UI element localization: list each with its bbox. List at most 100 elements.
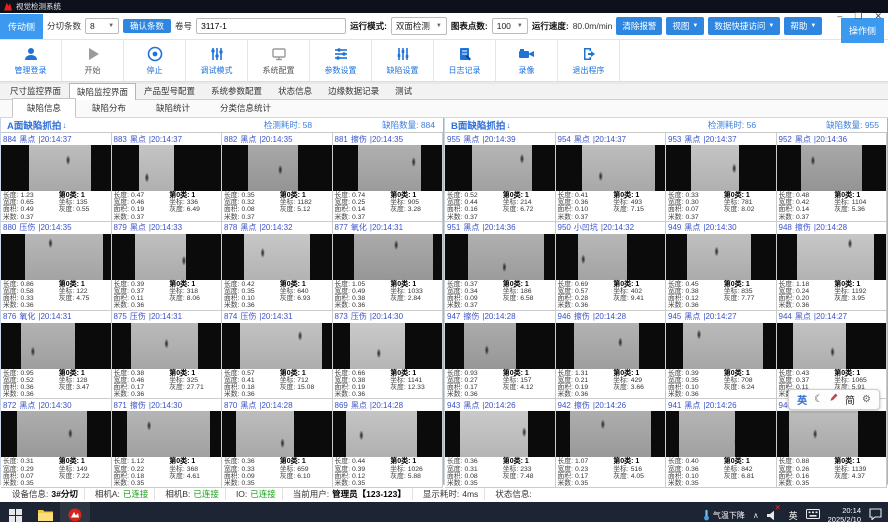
defect-cell[interactable]: 943黑点|20:14:26长度:0.36宽度:0.31面积:0.08米数:0.… xyxy=(445,399,556,488)
defect-cell[interactable]: 946擦伤|20:14:28长度:1.31宽度:0.21面积:0.19米数:0.… xyxy=(556,311,667,400)
subtab-class-info-statistics[interactable]: 分类信息统计 xyxy=(206,99,285,117)
ime-language-indicator[interactable]: 英 xyxy=(789,509,798,522)
clear-alarm-button[interactable]: 清除报警 xyxy=(616,17,662,35)
tab-edge-data-record[interactable]: 边缘数据记录 xyxy=(320,82,387,99)
taskbar-clock[interactable]: 20:14 2025/2/10 xyxy=(828,506,861,522)
defect-coord-value: 325 xyxy=(187,377,198,384)
ime-english-toggle[interactable]: 英 xyxy=(797,392,807,407)
defect-type: 黑点 xyxy=(130,134,146,145)
defect-cell[interactable]: 945黑点|20:14:27长度:0.39宽度:0.35面积:0.10米数:0.… xyxy=(666,311,777,400)
defect-cell[interactable]: 951黑点|20:14:36长度:0.37宽度:0.34面积:0.09米数:0.… xyxy=(445,222,556,311)
tab-size-monitor[interactable]: 尺寸监控界面 xyxy=(2,82,69,99)
subtab-defect-info[interactable]: 缺陷信息 xyxy=(12,98,76,118)
defect-cell[interactable]: 944黑点|20:14:27长度:0.43宽度:0.37面积:0.11米数:0.… xyxy=(777,311,888,400)
defect-meters-label: 米数: xyxy=(558,391,573,398)
defect-cell[interactable]: 940擦伤|20:14:26长度:0.88宽度:0.26面积:0.16米数:0.… xyxy=(777,399,888,488)
defect-cell[interactable]: 871擦伤|20:14:30长度:1.12宽度:0.22面积:0.18米数:0.… xyxy=(112,399,223,488)
volume-muted-icon[interactable]: ✕ xyxy=(767,510,781,521)
defect-gray: 灰度:6.72 xyxy=(503,206,553,213)
defect-cell[interactable]: 884黑点|20:14:37长度:1.23宽度:0.65面积:0.49米数:0.… xyxy=(1,133,112,222)
defect-cell[interactable]: 869黑点|20:14:28长度:0.44宽度:0.39面积:0.12米数:0.… xyxy=(333,399,444,488)
close-button[interactable]: ✕ xyxy=(874,12,882,21)
pen-icon[interactable] xyxy=(830,393,838,406)
defect-cell[interactable]: 883黑点|20:14:37长度:0.47宽度:0.46面积:0.19米数:0.… xyxy=(112,133,223,222)
defect-cell[interactable]: 942擦伤|20:14:26长度:1.07宽度:0.23面积:0.17米数:0.… xyxy=(556,399,667,488)
drive-side-button[interactable]: 传动侧 xyxy=(0,14,43,39)
defect-cell[interactable]: 947擦伤|20:14:28长度:0.93宽度:0.27面积:0.17米数:0.… xyxy=(445,311,556,400)
notification-center-icon[interactable] xyxy=(869,508,882,522)
roll-number-input[interactable] xyxy=(196,18,346,34)
start-menu-button[interactable] xyxy=(0,502,30,522)
defect-cell[interactable]: 878黑点|20:14:32长度:0.42宽度:0.35面积:0.10米数:0.… xyxy=(222,222,333,311)
exit-program-button[interactable]: 退出程序 xyxy=(558,40,620,81)
tab-status-info[interactable]: 状态信息 xyxy=(270,82,320,99)
defect-cell[interactable]: 875压伤|20:14:31长度:0.38宽度:0.46面积:0.17米数:0.… xyxy=(112,311,223,400)
defect-gray-value: 6.72 xyxy=(520,206,533,213)
defect-cell[interactable]: 872黑点|20:14:30长度:0.31宽度:0.29面积:0.07米数:0.… xyxy=(1,399,112,488)
defect-cell[interactable]: 955黑点|20:14:39长度:0.52宽度:0.44面积:0.16米数:0.… xyxy=(445,133,556,222)
defect-cell[interactable]: 876氧化|20:14:31长度:0.95宽度:0.52面积:0.36米数:0.… xyxy=(1,311,112,400)
defect-cell[interactable]: 948擦伤|20:14:28长度:1.18宽度:0.24面积:0.20米数:0.… xyxy=(777,222,888,311)
run-mode-select[interactable]: 双面检测 ▼ xyxy=(391,17,447,35)
inspection-app-taskbar-icon[interactable] xyxy=(60,502,90,522)
start-button[interactable]: 开始 xyxy=(62,40,124,81)
help-menu-button[interactable]: 帮助 ▼ xyxy=(784,17,822,35)
defect-cell[interactable]: 953黑点|20:14:37长度:0.33宽度:0.30面积:0.07米数:0.… xyxy=(666,133,777,222)
operator-side-button[interactable]: 操作侧 xyxy=(841,18,884,43)
tray-expand-chevron-icon[interactable]: ∧ xyxy=(753,511,759,520)
moon-icon[interactable]: ☾ xyxy=(814,394,823,405)
debug-mode-button[interactable]: 调试模式 xyxy=(186,40,248,81)
defect-id: 948 xyxy=(779,223,792,232)
camera-b-label: 相机B: xyxy=(165,488,190,500)
defect-cell[interactable]: 877氧化|20:14:31长度:1.05宽度:0.49面积:0.38米数:0.… xyxy=(333,222,444,311)
subtab-defect-distribution[interactable]: 缺陷分布 xyxy=(78,99,140,117)
admin-login-button[interactable]: 管理登录 xyxy=(0,40,62,81)
defect-length-value: 0.69 xyxy=(575,281,588,288)
defect-settings-button[interactable]: 缺陷设置 xyxy=(372,40,434,81)
defect-width: 宽度:0.27 xyxy=(447,377,503,384)
tab-product-model-config[interactable]: 产品型号配置 xyxy=(136,82,203,99)
chart-points-select[interactable]: 100 ▼ xyxy=(492,18,528,34)
defect-cell[interactable]: 874压伤|20:14:31长度:0.57宽度:0.41面积:0.18米数:0.… xyxy=(222,311,333,400)
defect-length: 长度:0.40 xyxy=(668,458,724,465)
defect-cell[interactable]: 873压伤|20:14:30长度:0.66宽度:0.38面积:0.19米数:0.… xyxy=(333,311,444,400)
confirm-count-button[interactable]: 确认条数 xyxy=(123,19,171,34)
record-video-button[interactable]: 录像 xyxy=(496,40,558,81)
defect-cell[interactable]: 880压伤|20:14:35长度:0.86宽度:0.58面积:0.33米数:0.… xyxy=(1,222,112,311)
defect-gray-value: 6.10 xyxy=(297,473,310,480)
defect-cell[interactable]: 950小凹坑|20:14:32长度:0.69宽度:0.57面积:0.28米数:0… xyxy=(556,222,667,311)
data-quick-access-menu-button[interactable]: 数据快捷访问 ▼ xyxy=(708,17,780,35)
defect-cell-header: 954黑点|20:14:37 xyxy=(556,133,666,145)
weather-widget[interactable]: 气温下降 xyxy=(703,509,745,521)
view-menu-button[interactable]: 视图 ▼ xyxy=(666,17,704,35)
subtab-defect-statistics[interactable]: 缺陷统计 xyxy=(142,99,204,117)
defect-cell[interactable]: 952黑点|20:14:36长度:0.48宽度:0.42面积:0.14米数:0.… xyxy=(777,133,888,222)
parameter-settings-button[interactable]: 参数设置 xyxy=(310,40,372,81)
defect-gray-value: 4.61 xyxy=(187,473,200,480)
defect-cell[interactable]: 941黑点|20:14:26长度:0.40宽度:0.36面积:0.10米数:0.… xyxy=(666,399,777,488)
tab-system-param-config[interactable]: 系统参数配置 xyxy=(203,82,270,99)
tab-defect-monitor[interactable]: 缺陷监控界面 xyxy=(69,83,136,100)
defect-info-right: 第0类: 1坐标:1104灰度:5.36 xyxy=(834,192,884,221)
defect-cell[interactable]: 949黑点|20:14:30长度:0.45宽度:0.38面积:0.12米数:0.… xyxy=(666,222,777,311)
defect-cell[interactable]: 870黑点|20:14:28长度:0.36宽度:0.33面积:0.09米数:0.… xyxy=(222,399,333,488)
minimize-button[interactable]: – xyxy=(837,12,842,21)
system-config-button[interactable]: 系统配置 xyxy=(248,40,310,81)
maximize-button[interactable]: ❐ xyxy=(854,12,862,21)
defect-coord-label: 坐标: xyxy=(834,377,849,384)
ime-simplified-toggle[interactable]: 简 xyxy=(845,392,855,407)
defect-cell[interactable]: 882黑点|20:14:35长度:0.35宽度:0.32面积:0.08米数:0.… xyxy=(222,133,333,222)
file-explorer-icon[interactable] xyxy=(30,502,60,522)
slit-count-select[interactable]: 8 ▼ xyxy=(85,18,119,34)
defect-info: 长度:1.12宽度:0.22面积:0.18米数:0.35第0类: 1坐标:368… xyxy=(112,457,222,487)
tab-test[interactable]: 测试 xyxy=(387,82,420,99)
log-record-button[interactable]: 日志记录 xyxy=(434,40,496,81)
stop-button[interactable]: 停止 xyxy=(124,40,186,81)
defect-cell[interactable]: 954黑点|20:14:37长度:0.41宽度:0.36面积:0.10米数:0.… xyxy=(556,133,667,222)
keyboard-icon[interactable] xyxy=(806,509,820,521)
defect-cell-header: 949黑点|20:14:30 xyxy=(666,222,776,234)
defect-cell[interactable]: 881擦伤|20:14:35长度:0.74宽度:0.25面积:0.14米数:0.… xyxy=(333,133,444,222)
defect-meters-value: 0.35 xyxy=(464,480,477,487)
defect-cell[interactable]: 879黑点|20:14:33长度:0.39宽度:0.37面积:0.11米数:0.… xyxy=(112,222,223,311)
gear-icon[interactable]: ⚙ xyxy=(862,394,871,405)
